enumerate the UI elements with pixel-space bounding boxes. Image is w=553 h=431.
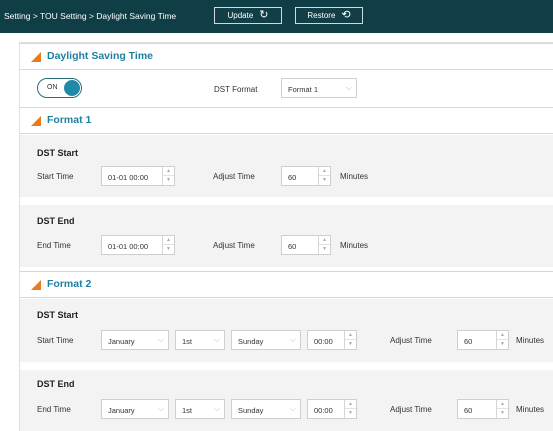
start-time-input[interactable]: 01-01 00:00 ▲ ▼ bbox=[101, 166, 175, 186]
start-time-label: Start Time bbox=[37, 172, 74, 181]
group-title: DST End bbox=[37, 216, 75, 226]
month-select[interactable]: January ⌵ bbox=[101, 399, 169, 419]
time-spinner[interactable]: ▲ ▼ bbox=[344, 400, 356, 418]
minutes-unit: Minutes bbox=[516, 405, 545, 414]
chevron-down-icon: ⌵ bbox=[213, 335, 220, 344]
history-icon: ⟲ bbox=[341, 9, 351, 21]
adjust-time-input[interactable]: 60 ▲ ▼ bbox=[281, 166, 331, 186]
dst-toggle[interactable]: ON bbox=[37, 78, 82, 98]
weekday-select[interactable]: Sunday ⌵ bbox=[231, 399, 301, 419]
weekday-select[interactable]: Sunday ⌵ bbox=[231, 330, 301, 350]
adjust-time-label: Adjust Time bbox=[390, 336, 432, 345]
chevron-down-icon: ⌵ bbox=[345, 83, 352, 92]
adjust-time-input[interactable]: 60 ▲ ▼ bbox=[457, 330, 509, 350]
time-input[interactable]: 00:00 ▲ ▼ bbox=[307, 330, 357, 350]
weekday-value: Sunday bbox=[238, 406, 264, 415]
dst-format-select[interactable]: Format 1 ⌵ bbox=[281, 78, 357, 98]
toggle-knob bbox=[64, 80, 80, 96]
chevron-down-icon: ⌵ bbox=[213, 404, 220, 413]
format1-start-group: DST Start Start Time 01-01 00:00 ▲ ▼ Adju… bbox=[20, 135, 553, 197]
restore-button[interactable]: Restore ⟲ bbox=[295, 7, 363, 24]
time-value: 00:00 bbox=[314, 337, 333, 346]
time-spinner[interactable]: ▲ ▼ bbox=[162, 167, 174, 185]
group-title: DST End bbox=[37, 379, 75, 389]
minutes-unit: Minutes bbox=[340, 241, 369, 250]
end-time-label: End Time bbox=[37, 405, 71, 414]
chevron-down-icon: ⌵ bbox=[289, 335, 296, 344]
adjust-time-label: Adjust Time bbox=[213, 172, 255, 181]
adjust-time-label: Adjust Time bbox=[213, 241, 255, 250]
time-input[interactable]: 00:00 ▲ ▼ bbox=[307, 399, 357, 419]
adjust-time-input[interactable]: 60 ▲ ▼ bbox=[281, 235, 331, 255]
group-title: DST Start bbox=[37, 310, 79, 320]
adjust-time-label: Adjust Time bbox=[390, 405, 432, 414]
minutes-unit: Minutes bbox=[516, 336, 545, 345]
month-select[interactable]: January ⌵ bbox=[101, 330, 169, 350]
adjust-time-value: 60 bbox=[464, 337, 473, 346]
chevron-down-icon: ⌵ bbox=[289, 404, 296, 413]
toggle-label: ON bbox=[47, 84, 58, 91]
format2-section-header[interactable]: Format 2 bbox=[20, 271, 553, 298]
update-label: Update bbox=[227, 11, 254, 20]
time-spinner[interactable]: ▲ ▼ bbox=[344, 331, 356, 349]
week-select[interactable]: 1st ⌵ bbox=[175, 330, 225, 350]
end-time-value: 01-01 00:00 bbox=[108, 242, 149, 251]
week-value: 1st bbox=[182, 406, 193, 415]
orange-triangle-icon bbox=[31, 52, 41, 62]
format2-end-group: DST End End Time January ⌵ 1st ⌵ Sunday … bbox=[20, 370, 553, 431]
refresh-icon: ↻ bbox=[259, 9, 269, 21]
chevron-down-icon: ⌵ bbox=[157, 335, 164, 344]
adjust-time-input[interactable]: 60 ▲ ▼ bbox=[457, 399, 509, 419]
group-title: DST Start bbox=[37, 148, 79, 158]
section-title: Daylight Saving Time bbox=[47, 50, 153, 62]
week-select[interactable]: 1st ⌵ bbox=[175, 399, 225, 419]
format2-start-group: DST Start Start Time January ⌵ 1st ⌵ Sun… bbox=[20, 299, 553, 362]
top-bar: Setting > TOU Setting > Daylight Saving … bbox=[0, 0, 553, 33]
minutes-unit: Minutes bbox=[340, 172, 369, 181]
month-value: January bbox=[108, 337, 135, 346]
adjust-spinner[interactable]: ▲ ▼ bbox=[318, 167, 330, 185]
adjust-spinner[interactable]: ▲ ▼ bbox=[318, 236, 330, 254]
restore-label: Restore bbox=[307, 11, 336, 20]
chevron-down-icon: ⌵ bbox=[157, 404, 164, 413]
adjust-time-value: 60 bbox=[288, 173, 297, 182]
time-value: 00:00 bbox=[314, 406, 333, 415]
orange-triangle-icon bbox=[31, 280, 41, 290]
start-time-label: Start Time bbox=[37, 336, 74, 345]
adjust-time-value: 60 bbox=[464, 406, 473, 415]
adjust-spinner[interactable]: ▲ ▼ bbox=[496, 331, 508, 349]
breadcrumb: Setting > TOU Setting > Daylight Saving … bbox=[4, 11, 177, 21]
orange-triangle-icon bbox=[31, 116, 41, 126]
dst-format-label: DST Format bbox=[214, 85, 258, 94]
end-time-label: End Time bbox=[37, 241, 71, 250]
adjust-spinner[interactable]: ▲ ▼ bbox=[496, 400, 508, 418]
adjust-time-value: 60 bbox=[288, 242, 297, 251]
section-title: Format 2 bbox=[47, 278, 92, 290]
update-button[interactable]: Update ↻ bbox=[214, 7, 282, 24]
format1-end-group: DST End End Time 01-01 00:00 ▲ ▼ Adjust T… bbox=[20, 205, 553, 267]
start-time-value: 01-01 00:00 bbox=[108, 173, 149, 182]
month-value: January bbox=[108, 406, 135, 415]
format1-section-header[interactable]: Format 1 bbox=[20, 107, 553, 134]
week-value: 1st bbox=[182, 337, 193, 346]
end-time-input[interactable]: 01-01 00:00 ▲ ▼ bbox=[101, 235, 175, 255]
dst-format-value: Format 1 bbox=[288, 85, 319, 94]
dst-section-header[interactable]: Daylight Saving Time bbox=[20, 43, 553, 70]
weekday-value: Sunday bbox=[238, 337, 264, 346]
section-title: Format 1 bbox=[47, 114, 92, 126]
settings-panel: Daylight Saving Time ON DST Format Forma… bbox=[19, 42, 553, 431]
time-spinner[interactable]: ▲ ▼ bbox=[162, 236, 174, 254]
